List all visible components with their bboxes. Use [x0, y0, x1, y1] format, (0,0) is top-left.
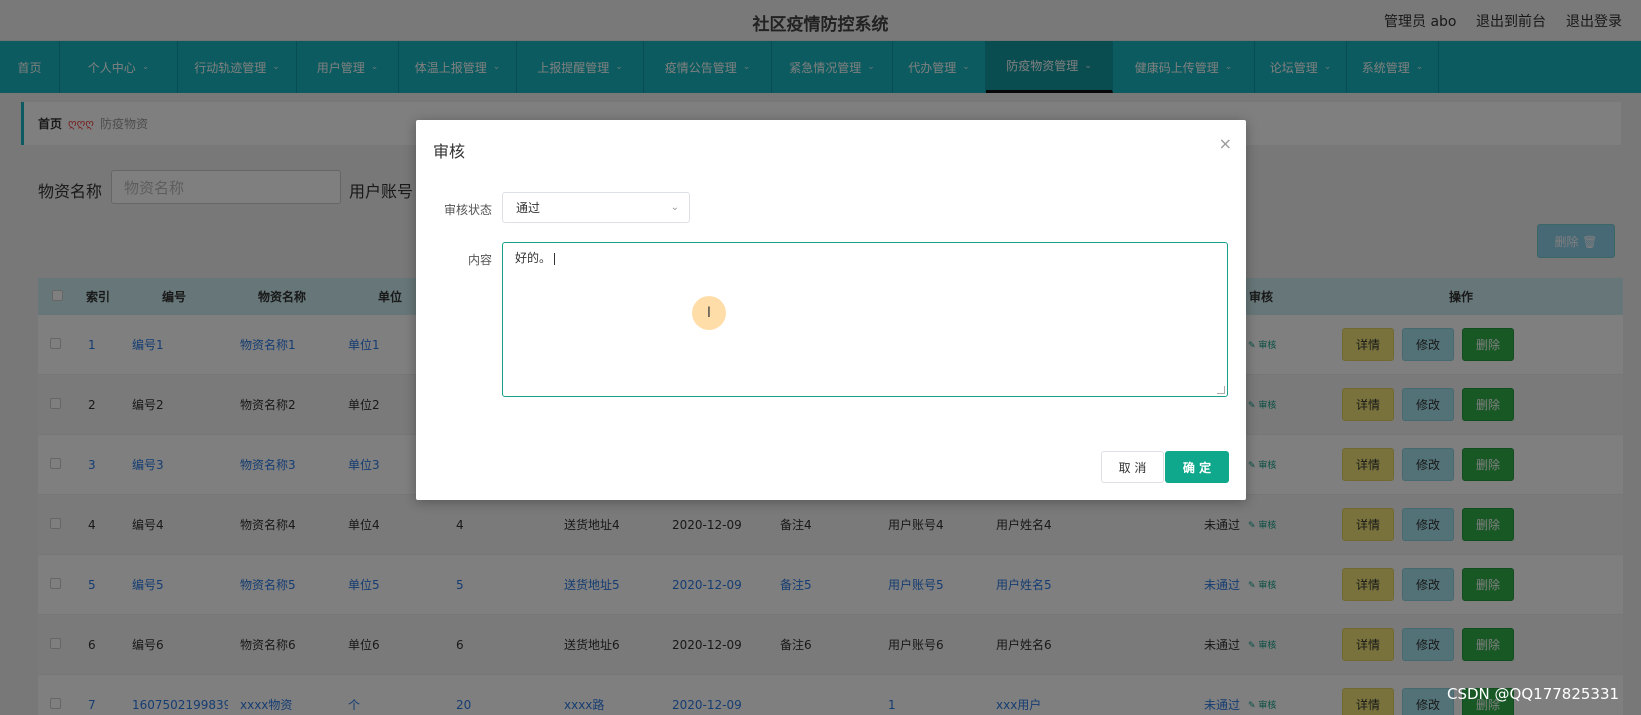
text-caret [554, 252, 556, 265]
watermark: CSDN @QQ177825331 [1447, 685, 1620, 703]
audit-status-select[interactable]: 通过 ⌄ [502, 192, 690, 223]
dialog-title: 审核 [433, 142, 466, 161]
mouse-cursor-icon: I [692, 296, 726, 330]
chevron-down-icon: ⌄ [670, 202, 679, 213]
close-icon[interactable]: × [1219, 134, 1232, 153]
content-label: 内容 [467, 253, 492, 267]
confirm-button[interactable]: 确 定 [1165, 451, 1229, 483]
content-text: 好的。 [515, 251, 552, 265]
audit-status-value: 通过 [516, 201, 541, 215]
resize-handle-icon[interactable] [1217, 386, 1225, 394]
cancel-button[interactable]: 取 消 [1101, 451, 1164, 483]
audit-dialog: 审核 × 审核状态 通过 ⌄ 内容 好的。 I 取 消 确 定 [416, 120, 1246, 500]
audit-status-label: 审核状态 [443, 203, 492, 217]
content-textarea[interactable]: 好的。 [502, 242, 1228, 397]
